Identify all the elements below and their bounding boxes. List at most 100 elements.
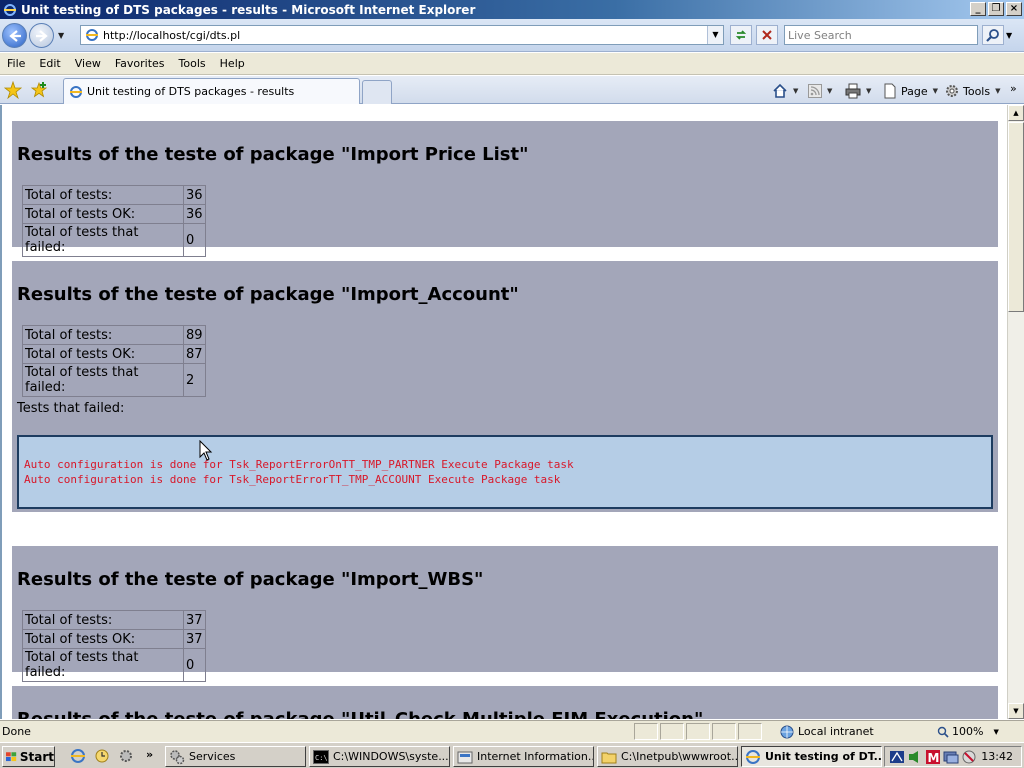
table-row: Total of tests that failed: 0	[22, 648, 206, 682]
tab-active[interactable]: Unit testing of DTS packages - results	[63, 78, 360, 104]
status-bar: Done Local intranet 100% ▼	[0, 720, 1024, 742]
task-internet-explorer[interactable]: Unit testing of DT...	[741, 746, 882, 767]
page-icon	[884, 83, 896, 99]
task-label: Unit testing of DT...	[765, 750, 882, 763]
address-dropdown[interactable]: ▼	[707, 26, 723, 44]
menu-help[interactable]: Help	[213, 57, 252, 70]
menu-favorites[interactable]: Favorites	[108, 57, 172, 70]
refresh-icon	[735, 30, 747, 40]
back-button[interactable]	[2, 23, 27, 48]
antivirus-tray-icon[interactable]: M	[925, 749, 941, 765]
window-title-bar[interactable]: Unit testing of DTS packages - results -…	[0, 0, 1024, 19]
vertical-scrollbar[interactable]: ▲ ▼	[1007, 105, 1024, 719]
security-zone[interactable]: Local intranet	[780, 723, 874, 740]
page-icon	[69, 85, 83, 99]
menu-file[interactable]: File	[0, 57, 32, 70]
recent-pages-dropdown[interactable]: ▼	[58, 31, 68, 41]
menu-bar: File Edit View Favorites Tools Help	[0, 53, 1024, 75]
stop-button[interactable]	[756, 25, 778, 45]
stat-value: 87	[183, 344, 206, 364]
search-options-dropdown[interactable]: ▼	[1006, 31, 1012, 40]
scroll-up-button[interactable]: ▲	[1008, 105, 1024, 121]
home-icon	[773, 83, 787, 98]
search-button[interactable]	[982, 25, 1004, 45]
taskbar: Start » Services C:\ C:\WINDOWS\syste...…	[0, 742, 1024, 768]
home-button[interactable]: ▼	[772, 82, 798, 100]
favorites-center-button[interactable]	[3, 80, 23, 100]
scroll-thumb[interactable]	[1008, 122, 1024, 312]
print-button[interactable]: ▼	[845, 82, 871, 100]
refresh-button[interactable]	[730, 25, 752, 45]
zoom-control[interactable]: 100% ▼	[937, 723, 999, 740]
page-menu-label: Page	[901, 84, 928, 98]
security-tray-icon[interactable]	[961, 749, 977, 765]
stat-value: 0	[183, 223, 206, 257]
tools-menu-button[interactable]: Tools ▼	[944, 82, 1001, 100]
search-input[interactable]: Live Search	[784, 25, 978, 45]
monitor-tray-icon[interactable]	[943, 749, 959, 765]
task-command-prompt[interactable]: C:\ C:\WINDOWS\syste...	[309, 746, 450, 767]
stop-icon	[762, 30, 772, 40]
clock-quicklaunch-icon[interactable]	[94, 748, 110, 764]
url-text[interactable]: http://localhost/cgi/dts.pl	[103, 29, 240, 42]
star-icon	[3, 80, 23, 100]
scroll-down-button[interactable]: ▼	[1008, 703, 1024, 719]
task-explorer-folder[interactable]: C:\Inetpub\wwwroot...	[597, 746, 738, 767]
menu-tools[interactable]: Tools	[172, 57, 213, 70]
windows-logo-icon	[6, 751, 17, 761]
back-arrow-icon	[8, 29, 21, 42]
search-icon	[986, 29, 999, 42]
package-section: Results of the teste of package "Import_…	[12, 261, 998, 512]
minimize-button[interactable]: _	[970, 2, 986, 16]
table-row: Total of tests: 37	[22, 610, 206, 630]
package-section: Results of the teste of package "Util_Ch…	[12, 686, 998, 719]
printer-icon	[845, 83, 861, 99]
stat-value: 2	[183, 363, 206, 397]
sound-tray-icon[interactable]	[907, 749, 923, 765]
page-menu-button[interactable]: Page ▼	[882, 82, 938, 100]
close-button[interactable]: ×	[1006, 2, 1022, 16]
stat-label: Total of tests OK:	[22, 204, 184, 224]
menu-edit[interactable]: Edit	[32, 57, 67, 70]
more-commands-button[interactable]: »	[1010, 79, 1017, 97]
address-bar[interactable]: http://localhost/cgi/dts.pl ▼	[80, 25, 724, 45]
task-iis-manager[interactable]: Internet Information...	[453, 746, 594, 767]
stat-value: 36	[183, 185, 206, 205]
package-title: Results of the teste of package "Import …	[17, 144, 529, 165]
task-label: Services	[189, 750, 236, 763]
system-tray: M 13:42	[884, 746, 1022, 767]
clock[interactable]: 13:42	[981, 750, 1013, 763]
page-viewport: Results of the teste of package "Import …	[0, 105, 1007, 719]
stat-label: Total of tests:	[22, 610, 184, 630]
table-row: Total of tests that failed: 0	[22, 223, 206, 257]
task-services[interactable]: Services	[165, 746, 306, 767]
task-label: C:\Inetpub\wwwroot...	[621, 750, 738, 763]
settings-quicklaunch-icon[interactable]	[118, 748, 134, 764]
iis-icon	[457, 751, 473, 763]
ie-icon	[746, 749, 760, 764]
stats-table: Total of tests: 37 Total of tests OK: 37 T…	[22, 610, 206, 682]
quicklaunch-more-button[interactable]: »	[146, 748, 153, 761]
package-section: Results of the teste of package "Import_…	[12, 546, 998, 682]
stat-value: 0	[183, 648, 206, 682]
tools-menu-label: Tools	[963, 84, 991, 98]
table-row: Total of tests: 89	[22, 325, 206, 345]
add-to-favorites-button[interactable]	[30, 81, 48, 99]
new-tab-button[interactable]	[362, 80, 392, 104]
maximize-button[interactable]: ❐	[988, 2, 1004, 16]
failed-tests-label: Tests that failed:	[17, 401, 125, 416]
forward-button[interactable]	[29, 23, 54, 48]
network-tray-icon[interactable]	[889, 749, 905, 765]
package-title: Results of the teste of package "Util_Ch…	[17, 709, 703, 719]
status-pane	[660, 723, 684, 740]
stats-table: Total of tests: 89 Total of tests OK: 87 T…	[22, 325, 206, 397]
start-button[interactable]: Start	[2, 746, 55, 767]
svg-text:C:\: C:\	[315, 754, 328, 762]
failed-test-line: Auto configuration is done for Tsk_Repor…	[24, 458, 574, 471]
page-icon	[85, 28, 99, 42]
ie-quicklaunch-icon[interactable]	[70, 748, 86, 764]
status-text: Done	[2, 725, 31, 738]
feeds-button[interactable]: ▼	[808, 82, 832, 100]
menu-view[interactable]: View	[68, 57, 108, 70]
task-label: Internet Information...	[477, 750, 594, 763]
